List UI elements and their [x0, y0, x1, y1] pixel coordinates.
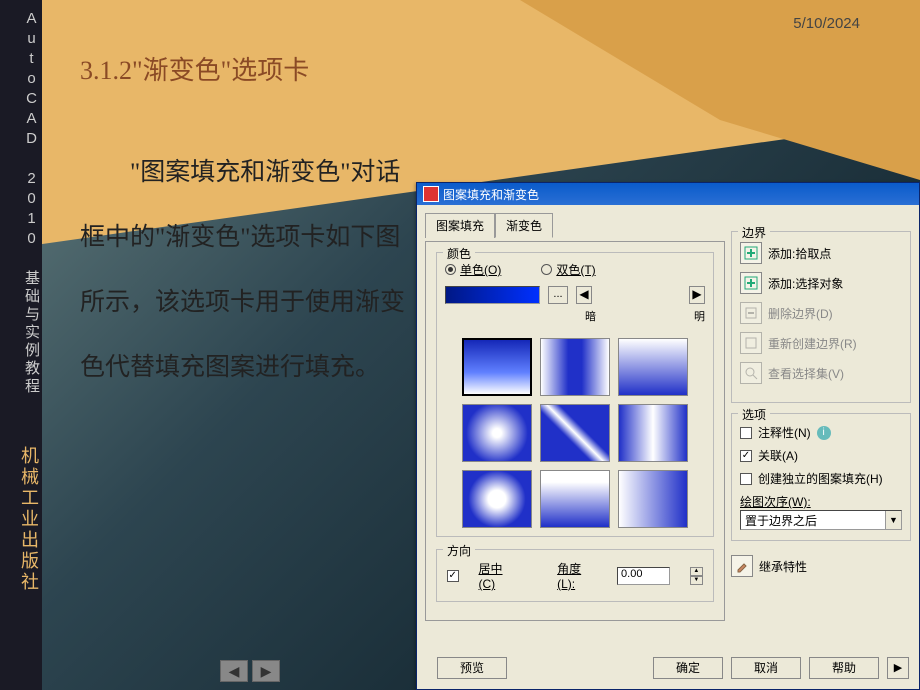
- gradient-swatch-5[interactable]: [540, 404, 610, 462]
- help-button[interactable]: 帮助: [809, 657, 879, 679]
- gradient-swatch-2[interactable]: [540, 338, 610, 396]
- remove-icon: [744, 306, 758, 320]
- slider-right[interactable]: ▶: [689, 286, 705, 304]
- gradient-swatch-9[interactable]: [618, 470, 688, 528]
- page-title: 3.1.2"渐变色"选项卡: [80, 50, 309, 87]
- draw-order-combo[interactable]: 置于边界之后 ▼: [740, 510, 902, 530]
- angle-label: 角度(L):: [557, 560, 597, 591]
- gradient-swatch-3[interactable]: [618, 338, 688, 396]
- inherit-properties-button[interactable]: [731, 555, 753, 577]
- eyedropper-icon: [735, 559, 749, 573]
- associative-label: 关联(A): [758, 447, 798, 464]
- prev-button[interactable]: ◀: [220, 660, 248, 682]
- angle-down[interactable]: ▼: [690, 576, 703, 585]
- magnifier-icon: [744, 366, 758, 380]
- separate-label: 创建独立的图案填充(H): [758, 470, 883, 487]
- remove-boundary-button: [740, 302, 762, 324]
- gradient-swatch-8[interactable]: [540, 470, 610, 528]
- centered-checkbox[interactable]: [447, 570, 459, 582]
- add-pick-points-button[interactable]: [740, 242, 762, 264]
- recreate-boundary-label: 重新创建边界(R): [768, 335, 857, 352]
- direction-legend: 方向: [443, 542, 475, 559]
- recreate-icon: [744, 336, 758, 350]
- body-text: "图案填充和渐变色"对话框中的"渐变色"选项卡如下图所示，该选项卡用于使用渐变色…: [80, 140, 420, 400]
- gradient-swatch-4[interactable]: [462, 404, 532, 462]
- dark-label: 暗: [585, 308, 596, 324]
- recreate-boundary-button: [740, 332, 762, 354]
- tab-hatch[interactable]: 图案填充: [425, 213, 495, 238]
- add-select-objects-button[interactable]: [740, 272, 762, 294]
- date: 5/10/2024: [793, 15, 860, 32]
- separate-checkbox[interactable]: [740, 473, 752, 485]
- centered-label: 居中(C): [479, 560, 518, 591]
- light-label: 明: [694, 308, 705, 324]
- slider-left[interactable]: ◀: [576, 286, 592, 304]
- remove-boundary-label: 删除边界(D): [768, 305, 833, 322]
- cancel-button[interactable]: 取消: [731, 657, 801, 679]
- next-button[interactable]: ▶: [252, 660, 280, 682]
- associative-checkbox[interactable]: [740, 450, 752, 462]
- two-color-label: 双色(T): [556, 261, 595, 278]
- dialog-title: 图案填充和渐变色: [443, 186, 539, 203]
- sidebar: AutoCAD 2010 基础与实例教程 机械工业出版社: [0, 0, 42, 690]
- publisher: 机械工业出版社: [0, 436, 42, 593]
- plus-icon: [744, 246, 758, 260]
- radio-one-color[interactable]: [445, 264, 456, 275]
- book-title: AutoCAD 2010 基础与实例教程: [0, 0, 42, 396]
- color-swatch[interactable]: [445, 286, 540, 304]
- expand-button[interactable]: ▶: [887, 657, 909, 679]
- info-icon[interactable]: i: [817, 426, 831, 440]
- dialog-title-bar[interactable]: 图案填充和渐变色: [417, 183, 919, 205]
- ok-button[interactable]: 确定: [653, 657, 723, 679]
- gradient-swatch-7[interactable]: [462, 470, 532, 528]
- chevron-down-icon: ▼: [885, 511, 901, 529]
- draw-order-label: 绘图次序(W):: [740, 493, 902, 510]
- gradient-swatch-6[interactable]: [618, 404, 688, 462]
- color-legend: 颜色: [443, 245, 475, 262]
- one-color-label: 单色(O): [460, 261, 501, 278]
- color-picker-button[interactable]: ...: [548, 286, 568, 304]
- add-select-label: 添加:选择对象: [768, 275, 843, 292]
- radio-two-color[interactable]: [541, 264, 552, 275]
- angle-input[interactable]: 0.00: [617, 567, 670, 585]
- tab-gradient[interactable]: 渐变色: [495, 213, 553, 238]
- draw-order-value: 置于边界之后: [745, 512, 817, 529]
- view-selection-button: [740, 362, 762, 384]
- hatch-gradient-dialog: 图案填充和渐变色 图案填充 渐变色 颜色 单色(O): [416, 182, 920, 690]
- plus-icon: [744, 276, 758, 290]
- inherit-label: 继承特性: [759, 558, 807, 575]
- angle-up[interactable]: ▲: [690, 567, 703, 576]
- annotative-checkbox[interactable]: [740, 427, 752, 439]
- gradient-swatch-1[interactable]: [462, 338, 532, 396]
- add-pick-label: 添加:拾取点: [768, 245, 831, 262]
- annotative-label: 注释性(N): [758, 424, 811, 441]
- options-legend: 选项: [738, 406, 770, 423]
- view-selection-label: 查看选择集(V): [768, 365, 844, 382]
- boundary-legend: 边界: [738, 224, 770, 241]
- preview-button[interactable]: 预览: [437, 657, 507, 679]
